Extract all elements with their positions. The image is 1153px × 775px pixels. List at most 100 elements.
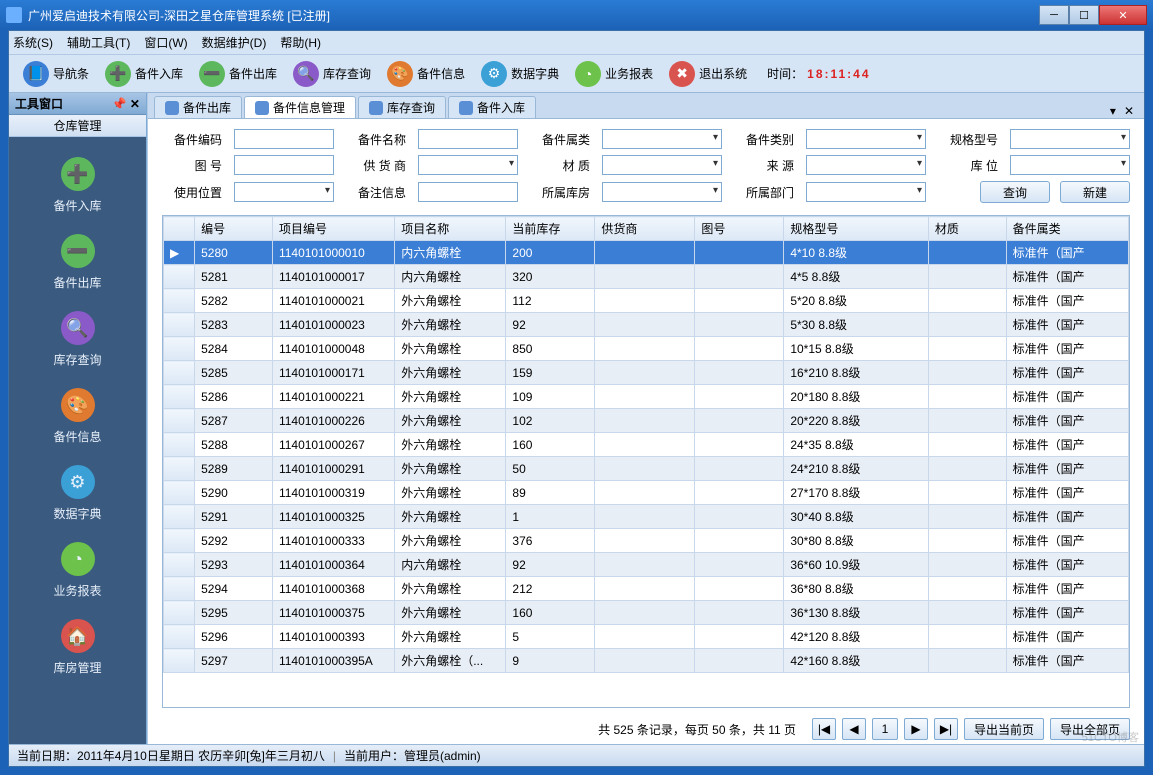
table-row[interactable]: 52961140101000393外六角螺栓542*120 8.8级标准件（国产 bbox=[164, 625, 1129, 649]
col-category[interactable]: 备件属类 bbox=[1006, 217, 1128, 241]
pager-info: 共 525 条记录，每页 50 条，共 11 页 bbox=[598, 721, 796, 738]
table-row[interactable]: 52871140101000226外六角螺栓10220*220 8.8级标准件（… bbox=[164, 409, 1129, 433]
time-label: 时间： bbox=[767, 65, 803, 82]
tabstrip: 备件出库 备件信息管理 库存查询 备件入库 ▾ ✕ bbox=[148, 93, 1144, 119]
nav-warehouse[interactable]: 🏠库房管理 bbox=[9, 609, 146, 686]
sel-sskf[interactable] bbox=[602, 182, 722, 202]
menu-tools[interactable]: 辅助工具(T) bbox=[67, 34, 130, 51]
sel-bjlb[interactable] bbox=[806, 129, 926, 149]
table-row[interactable]: 52821140101000021外六角螺栓1125*20 8.8级标准件（国产 bbox=[164, 289, 1129, 313]
grid-scroll[interactable]: 编号 项目编号 项目名称 当前库存 供货商 图号 规格型号 材质 备件属类 ▶5… bbox=[163, 216, 1129, 707]
col-projname[interactable]: 项目名称 bbox=[395, 217, 506, 241]
sel-ly[interactable] bbox=[806, 155, 926, 175]
sidebar-panel-title: 工具窗口 bbox=[15, 95, 63, 112]
close-button[interactable]: ✕ bbox=[1099, 5, 1147, 25]
inp-bzxx[interactable] bbox=[418, 182, 518, 202]
col-id[interactable]: 编号 bbox=[195, 217, 273, 241]
titlebar[interactable]: 广州爱启迪技术有限公司-深田之星仓库管理系统 [已注册] ─ ☐ ✕ bbox=[0, 0, 1153, 30]
table-row[interactable]: 52881140101000267外六角螺栓16024*35 8.8级标准件（国… bbox=[164, 433, 1129, 457]
pin-icon[interactable]: 📌 ✕ bbox=[112, 97, 140, 111]
nav-info[interactable]: 🎨备件信息 bbox=[9, 378, 146, 455]
inp-bjbm[interactable] bbox=[234, 129, 334, 149]
window-title: 广州爱启迪技术有限公司-深田之星仓库管理系统 [已注册] bbox=[28, 7, 1039, 24]
tab-out[interactable]: 备件出库 bbox=[154, 96, 242, 118]
sidebar: 工具窗口 📌 ✕ 仓库管理 ➕备件入库 ➖备件出库 🔍库存查询 🎨备件信息 ⚙数… bbox=[9, 93, 147, 744]
nav-in[interactable]: ➕备件入库 bbox=[9, 147, 146, 224]
table-row[interactable]: 52951140101000375外六角螺栓16036*130 8.8级标准件（… bbox=[164, 601, 1129, 625]
table-row[interactable]: 52861140101000221外六角螺栓10920*180 8.8级标准件（… bbox=[164, 385, 1129, 409]
nav-out[interactable]: ➖备件出库 bbox=[9, 224, 146, 301]
menu-data[interactable]: 数据维护(D) bbox=[202, 34, 267, 51]
sel-cz[interactable] bbox=[602, 155, 722, 175]
table-row[interactable]: 52851140101000171外六角螺栓15916*210 8.8级标准件（… bbox=[164, 361, 1129, 385]
menu-system[interactable]: 系统(S) bbox=[13, 34, 53, 51]
col-material[interactable]: 材质 bbox=[928, 217, 1006, 241]
table-row[interactable]: 52901140101000319外六角螺栓8927*170 8.8级标准件（国… bbox=[164, 481, 1129, 505]
col-projno[interactable]: 项目编号 bbox=[272, 217, 394, 241]
nav-report[interactable]: ◔业务报表 bbox=[9, 532, 146, 609]
tb-in[interactable]: ➕备件入库 bbox=[99, 59, 189, 89]
tb-out[interactable]: ➖备件出库 bbox=[193, 59, 283, 89]
main-area: 备件出库 备件信息管理 库存查询 备件入库 ▾ ✕ 备件编码 备件名称 备件属类… bbox=[147, 93, 1144, 744]
maximize-button[interactable]: ☐ bbox=[1069, 5, 1099, 25]
tb-report[interactable]: ◔业务报表 bbox=[569, 59, 659, 89]
tb-nav[interactable]: 📘导航条 bbox=[17, 59, 95, 89]
col-drawing[interactable]: 图号 bbox=[695, 217, 784, 241]
sel-ghs[interactable] bbox=[418, 155, 518, 175]
col-stock[interactable]: 当前库存 bbox=[506, 217, 595, 241]
inp-bjmc[interactable] bbox=[418, 129, 518, 149]
sel-kw[interactable] bbox=[1010, 155, 1130, 175]
pager-page[interactable] bbox=[872, 718, 898, 740]
table-row[interactable]: 52811140101000017内六角螺栓3204*5 8.8级标准件（国产 bbox=[164, 265, 1129, 289]
sel-sywz[interactable] bbox=[234, 182, 334, 202]
lbl-kw: 库 位 bbox=[938, 157, 998, 174]
table-row[interactable]: ▶52801140101000010内六角螺栓2004*10 8.8级标准件（国… bbox=[164, 241, 1129, 265]
table-row[interactable]: 52911140101000325外六角螺栓130*40 8.8级标准件（国产 bbox=[164, 505, 1129, 529]
table-row[interactable]: 52831140101000023外六角螺栓925*30 8.8级标准件（国产 bbox=[164, 313, 1129, 337]
tab-menu-icon[interactable]: ▾ bbox=[1106, 104, 1120, 118]
inp-th[interactable] bbox=[234, 155, 334, 175]
menu-window[interactable]: 窗口(W) bbox=[144, 34, 187, 51]
menu-help[interactable]: 帮助(H) bbox=[280, 34, 321, 51]
lbl-ssbm: 所属部门 bbox=[734, 184, 794, 201]
minimize-button[interactable]: ─ bbox=[1039, 5, 1069, 25]
lbl-bzxx: 备注信息 bbox=[346, 184, 406, 201]
nav-dict[interactable]: ⚙数据字典 bbox=[9, 455, 146, 532]
tab-query[interactable]: 库存查询 bbox=[358, 96, 446, 118]
tb-info[interactable]: 🎨备件信息 bbox=[381, 59, 471, 89]
tab-close-icon[interactable]: ✕ bbox=[1120, 104, 1138, 118]
query-button[interactable]: 查询 bbox=[980, 181, 1050, 203]
tab-in[interactable]: 备件入库 bbox=[448, 96, 536, 118]
table-row[interactable]: 52931140101000364内六角螺栓9236*60 10.9级标准件（国… bbox=[164, 553, 1129, 577]
table-row[interactable]: 52921140101000333外六角螺栓37630*80 8.8级标准件（国… bbox=[164, 529, 1129, 553]
lbl-ggxh: 规格型号 bbox=[938, 131, 998, 148]
sel-ggxh[interactable] bbox=[1010, 129, 1130, 149]
sel-ssbm[interactable] bbox=[806, 182, 926, 202]
lbl-ly: 来 源 bbox=[734, 157, 794, 174]
export-current-button[interactable]: 导出当前页 bbox=[964, 718, 1044, 740]
sidebar-header: 工具窗口 📌 ✕ bbox=[9, 93, 146, 115]
pager-next[interactable]: ▶ bbox=[904, 718, 928, 740]
watermark: 51CTO博客 bbox=[1082, 729, 1139, 745]
create-button[interactable]: 新建 bbox=[1060, 181, 1130, 203]
pager: 共 525 条记录，每页 50 条，共 11 页 |◀ ◀ ▶ ▶| 导出当前页… bbox=[148, 714, 1144, 744]
tab-info[interactable]: 备件信息管理 bbox=[244, 96, 356, 118]
tab-icon bbox=[459, 101, 473, 115]
pager-first[interactable]: |◀ bbox=[812, 718, 836, 740]
table-row[interactable]: 52841140101000048外六角螺栓85010*15 8.8级标准件（国… bbox=[164, 337, 1129, 361]
lbl-cz: 材 质 bbox=[530, 157, 590, 174]
table-row[interactable]: 52891140101000291外六角螺栓5024*210 8.8级标准件（国… bbox=[164, 457, 1129, 481]
tb-dict[interactable]: ⚙数据字典 bbox=[475, 59, 565, 89]
sel-bjsl[interactable] bbox=[602, 129, 722, 149]
table-row[interactable]: 52941140101000368外六角螺栓21236*80 8.8级标准件（国… bbox=[164, 577, 1129, 601]
nav-query[interactable]: 🔍库存查询 bbox=[9, 301, 146, 378]
pager-last[interactable]: ▶| bbox=[934, 718, 958, 740]
col-supplier[interactable]: 供货商 bbox=[595, 217, 695, 241]
data-grid: 编号 项目编号 项目名称 当前库存 供货商 图号 规格型号 材质 备件属类 ▶5… bbox=[162, 215, 1130, 708]
tab-icon bbox=[165, 101, 179, 115]
tb-exit[interactable]: ✖退出系统 bbox=[663, 59, 753, 89]
col-spec[interactable]: 规格型号 bbox=[784, 217, 929, 241]
pager-prev[interactable]: ◀ bbox=[842, 718, 866, 740]
table-row[interactable]: 52971140101000395A外六角螺栓（...942*160 8.8级标… bbox=[164, 649, 1129, 673]
tb-query[interactable]: 🔍库存查询 bbox=[287, 59, 377, 89]
